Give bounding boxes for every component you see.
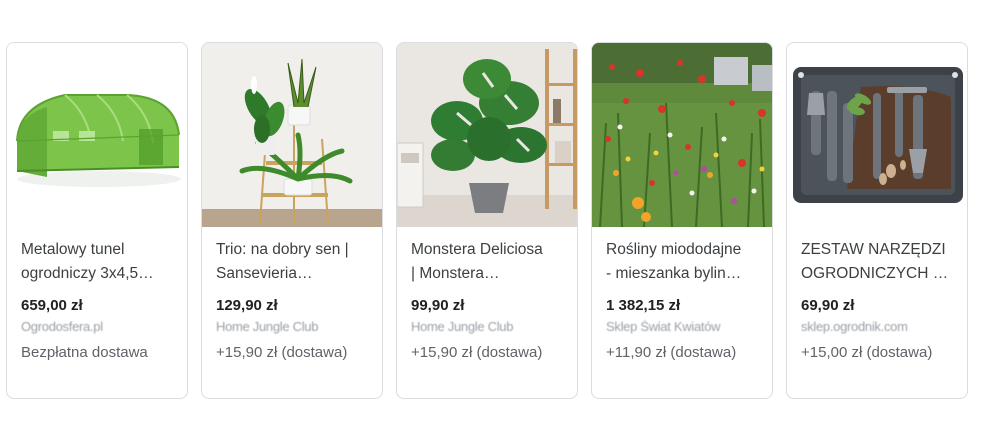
greenhouse-tunnel-image (7, 43, 187, 227)
merchant-name: Home Jungle Club (216, 320, 319, 334)
product-card[interactable]: Trio: na dobry sen | Sansevieria… 129,90… (201, 42, 383, 399)
product-title[interactable]: Rośliny miododajne - mieszanka bylin… (606, 238, 758, 286)
product-price: 69,90 zł (801, 297, 855, 314)
merchant-name: Home Jungle Club (411, 320, 514, 334)
shipping-info: +15,00 zł (dostawa) (801, 344, 933, 361)
shipping-info: +15,90 zł (dostawa) (216, 344, 348, 361)
product-title[interactable]: Trio: na dobry sen | Sansevieria… (216, 238, 368, 286)
monstera-pot-image (397, 43, 577, 227)
product-title[interactable]: ZESTAW NARZĘDZI OGRODNICZYCH … (801, 238, 953, 286)
wildflower-meadow-image (592, 43, 772, 227)
product-title[interactable]: Monstera Deliciosa | Monstera… (411, 238, 563, 286)
merchant-name: Sklep Świat Kwiatów (606, 320, 721, 334)
garden-tools-tray-image (787, 43, 967, 227)
product-price: 99,90 zł (411, 297, 465, 314)
shipping-info: Bezpłatna dostawa (21, 344, 148, 361)
shipping-info: +15,90 zł (dostawa) (411, 344, 543, 361)
product-title[interactable]: Metalowy tunel ogrodniczy 3x4,5… (21, 238, 173, 286)
product-card[interactable]: ZESTAW NARZĘDZI OGRODNICZYCH … 69,90 zł … (786, 42, 968, 399)
product-price: 659,00 zł (21, 297, 83, 314)
product-card[interactable]: Rośliny miododajne - mieszanka bylin… 1 … (591, 42, 773, 399)
product-carousel: Metalowy tunel ogrodniczy 3x4,5… 659,00 … (6, 42, 968, 399)
product-price: 1 382,15 zł (606, 297, 681, 314)
merchant-name: Ogrodosfera.pl (21, 320, 103, 334)
merchant-name: sklep.ogrodnik.com (801, 320, 908, 334)
product-card[interactable]: Metalowy tunel ogrodniczy 3x4,5… 659,00 … (6, 42, 188, 399)
product-card[interactable]: Monstera Deliciosa | Monstera… 99,90 zł … (396, 42, 578, 399)
product-price: 129,90 zł (216, 297, 278, 314)
plant-trio-stand-image (202, 43, 382, 227)
shipping-info: +11,90 zł (dostawa) (606, 344, 737, 361)
